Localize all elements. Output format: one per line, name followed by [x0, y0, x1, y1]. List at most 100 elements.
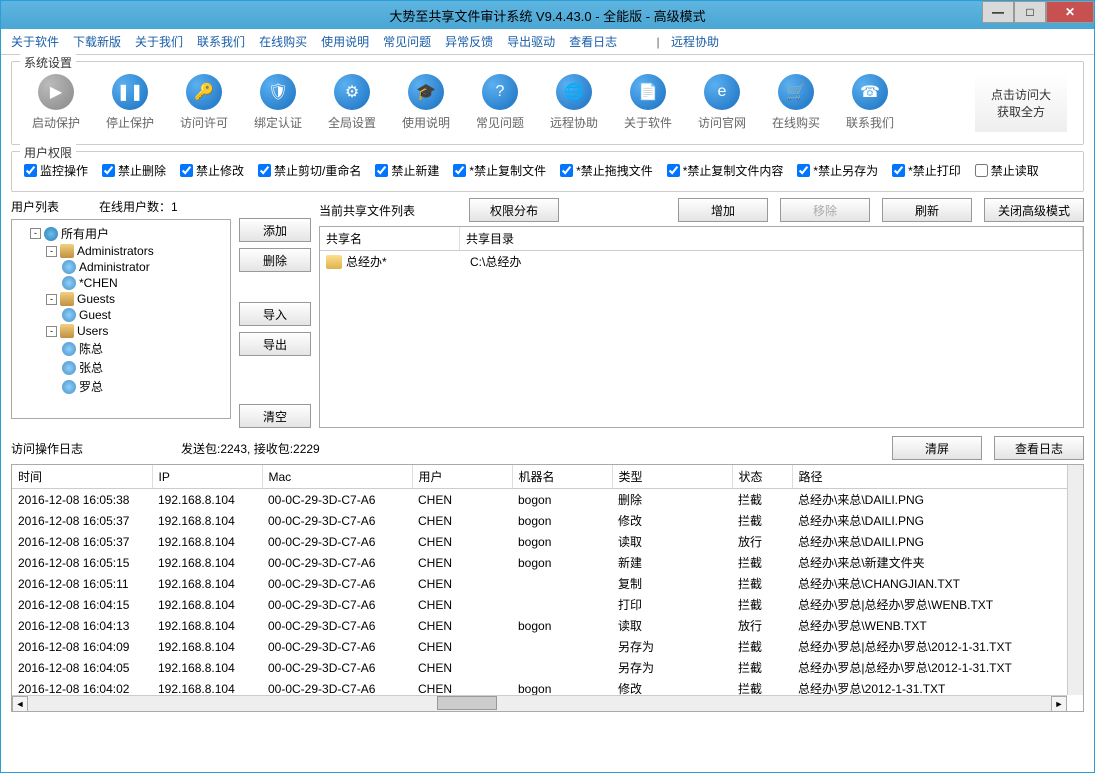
add-share-button[interactable]: 增加: [678, 198, 768, 222]
toolbar-button[interactable]: ▶启动保护: [28, 74, 84, 131]
view-log-button[interactable]: 查看日志: [994, 436, 1084, 460]
checkbox-input[interactable]: [24, 164, 37, 177]
perm-checkbox[interactable]: 禁止修改: [180, 162, 244, 179]
promo-banner[interactable]: 点击访问大获取全方: [975, 74, 1067, 132]
perm-checkbox[interactable]: 监控操作: [24, 162, 88, 179]
perm-checkbox[interactable]: 禁止读取: [975, 162, 1039, 179]
log-column-header[interactable]: 时间: [12, 465, 152, 489]
close-advanced-button[interactable]: 关闭高级模式: [984, 198, 1084, 222]
tree-node[interactable]: 张总: [62, 358, 226, 377]
vertical-scrollbar[interactable]: [1067, 465, 1083, 695]
remove-share-button[interactable]: 移除: [780, 198, 870, 222]
log-row[interactable]: 2016-12-08 16:05:15192.168.8.10400-0C-29…: [12, 552, 1083, 573]
log-row[interactable]: 2016-12-08 16:05:38192.168.8.10400-0C-29…: [12, 489, 1083, 511]
perm-checkbox[interactable]: 禁止新建: [375, 162, 439, 179]
log-row[interactable]: 2016-12-08 16:05:11192.168.8.10400-0C-29…: [12, 573, 1083, 594]
menu-item[interactable]: 关于我们: [135, 35, 183, 49]
toolbar-button[interactable]: ⚙全局设置: [324, 74, 380, 131]
toolbar-button[interactable]: ☎联系我们: [842, 74, 898, 131]
maximize-button[interactable]: □: [1014, 1, 1046, 23]
menu-item[interactable]: 使用说明: [321, 35, 369, 49]
toolbar-button[interactable]: 📄关于软件: [620, 74, 676, 131]
toolbar-button[interactable]: 🌐远程协助: [546, 74, 602, 131]
tree-node[interactable]: *CHEN: [62, 275, 226, 291]
log-row[interactable]: 2016-12-08 16:05:37192.168.8.10400-0C-29…: [12, 531, 1083, 552]
log-column-header[interactable]: 用户: [412, 465, 512, 489]
toolbar-button[interactable]: 🛡绑定认证: [250, 74, 306, 131]
tree-node[interactable]: Guest: [62, 307, 226, 323]
user-action-button[interactable]: 删除: [239, 248, 311, 272]
perm-checkbox[interactable]: 禁止剪切/重命名: [258, 162, 361, 179]
tree-node[interactable]: -Administrators: [46, 243, 226, 259]
tree-node[interactable]: 陈总: [62, 339, 226, 358]
menu-item[interactable]: 下载新版: [73, 35, 121, 49]
user-action-button[interactable]: 导出: [239, 332, 311, 356]
log-row[interactable]: 2016-12-08 16:04:09192.168.8.10400-0C-29…: [12, 636, 1083, 657]
toolbar-button[interactable]: 🎓使用说明: [398, 74, 454, 131]
menu-item[interactable]: 联系我们: [197, 35, 245, 49]
log-column-header[interactable]: 路径: [792, 465, 1083, 489]
share-file-list[interactable]: 共享名 共享目录 总经办*C:\总经办: [319, 226, 1084, 428]
checkbox-input[interactable]: [180, 164, 193, 177]
scroll-left-icon[interactable]: ◄: [12, 696, 28, 712]
perm-checkbox[interactable]: *禁止拖拽文件: [560, 162, 653, 179]
menu-item[interactable]: 查看日志: [569, 35, 617, 49]
user-tree[interactable]: -所有用户-AdministratorsAdministrator*CHEN-G…: [11, 219, 231, 419]
log-column-header[interactable]: IP: [152, 465, 262, 489]
tree-expander-icon[interactable]: -: [46, 326, 57, 337]
horizontal-scrollbar[interactable]: ◄ ►: [12, 695, 1067, 711]
log-row[interactable]: 2016-12-08 16:04:13192.168.8.10400-0C-29…: [12, 615, 1083, 636]
tree-node[interactable]: -所有用户: [30, 224, 226, 243]
menu-item[interactable]: 关于软件: [11, 35, 59, 49]
checkbox-input[interactable]: [560, 164, 573, 177]
menu-item[interactable]: 异常反馈: [445, 35, 493, 49]
user-action-button[interactable]: 添加: [239, 218, 311, 242]
perm-checkbox[interactable]: *禁止复制文件: [453, 162, 546, 179]
menu-item[interactable]: 在线购买: [259, 35, 307, 49]
scroll-right-icon[interactable]: ►: [1051, 696, 1067, 712]
toolbar-button[interactable]: e访问官网: [694, 74, 750, 131]
log-column-header[interactable]: 状态: [732, 465, 792, 489]
checkbox-input[interactable]: [375, 164, 388, 177]
log-row[interactable]: 2016-12-08 16:05:37192.168.8.10400-0C-29…: [12, 510, 1083, 531]
refresh-button[interactable]: 刷新: [882, 198, 972, 222]
tree-node[interactable]: -Guests: [46, 291, 226, 307]
checkbox-input[interactable]: [892, 164, 905, 177]
menu-item[interactable]: 导出驱动: [507, 35, 555, 49]
share-row[interactable]: 总经办*C:\总经办: [320, 251, 1083, 272]
tree-node[interactable]: -Users: [46, 323, 226, 339]
menu-remote-assist[interactable]: 远程协助: [671, 35, 719, 49]
perm-checkbox[interactable]: 禁止删除: [102, 162, 166, 179]
user-action-button[interactable]: 导入: [239, 302, 311, 326]
toolbar-button[interactable]: 🛒在线购买: [768, 74, 824, 131]
log-column-header[interactable]: 类型: [612, 465, 732, 489]
log-column-header[interactable]: 机器名: [512, 465, 612, 489]
checkbox-input[interactable]: [667, 164, 680, 177]
perm-checkbox[interactable]: *禁止另存为: [797, 162, 878, 179]
minimize-button[interactable]: —: [982, 1, 1014, 23]
tree-expander-icon[interactable]: -: [46, 246, 57, 257]
perm-distribution-button[interactable]: 权限分布: [469, 198, 559, 222]
checkbox-input[interactable]: [258, 164, 271, 177]
clear-screen-button[interactable]: 清屏: [892, 436, 982, 460]
checkbox-input[interactable]: [102, 164, 115, 177]
perm-checkbox[interactable]: *禁止打印: [892, 162, 961, 179]
tree-expander-icon[interactable]: -: [46, 294, 57, 305]
log-table[interactable]: 时间IPMac用户机器名类型状态路径 2016-12-08 16:05:3819…: [11, 464, 1084, 712]
tree-expander-icon[interactable]: -: [30, 228, 41, 239]
tree-node[interactable]: 罗总: [62, 377, 226, 396]
perm-checkbox[interactable]: *禁止复制文件内容: [667, 162, 784, 179]
log-row[interactable]: 2016-12-08 16:04:05192.168.8.10400-0C-29…: [12, 657, 1083, 678]
toolbar-button[interactable]: ❚❚停止保护: [102, 74, 158, 131]
checkbox-input[interactable]: [797, 164, 810, 177]
toolbar-button[interactable]: ?常见问题: [472, 74, 528, 131]
user-action-button[interactable]: 清空: [239, 404, 311, 428]
checkbox-input[interactable]: [453, 164, 466, 177]
log-row[interactable]: 2016-12-08 16:04:15192.168.8.10400-0C-29…: [12, 594, 1083, 615]
checkbox-input[interactable]: [975, 164, 988, 177]
toolbar-button[interactable]: 🔑访问许可: [176, 74, 232, 131]
close-button[interactable]: ✕: [1046, 1, 1094, 23]
log-column-header[interactable]: Mac: [262, 465, 412, 489]
tree-node[interactable]: Administrator: [62, 259, 226, 275]
scroll-thumb[interactable]: [437, 696, 497, 710]
